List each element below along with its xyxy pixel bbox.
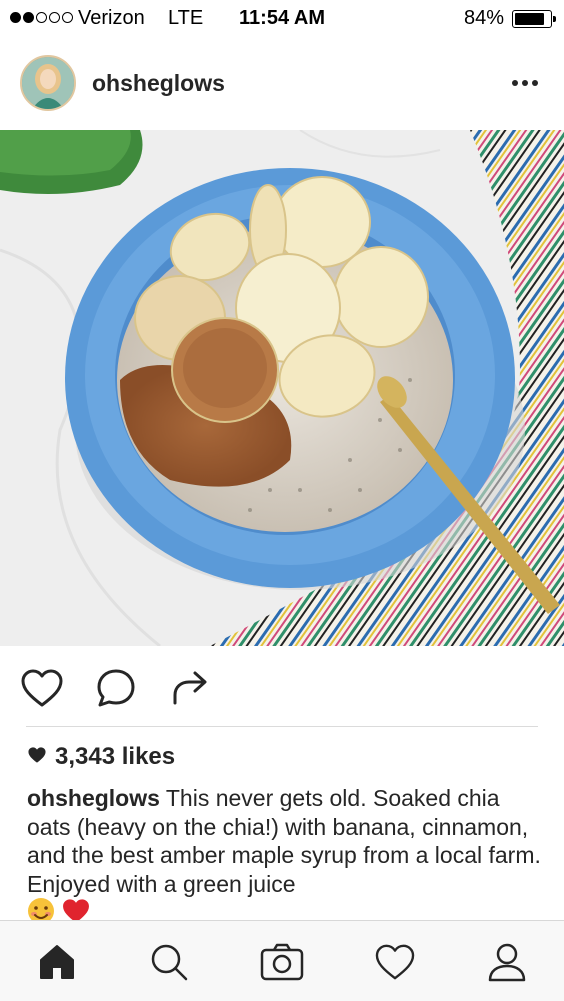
- likes-label: 3,343 likes: [55, 743, 176, 770]
- post-actions: [0, 660, 564, 716]
- bottom-tab-bar: [0, 920, 564, 1001]
- person-icon[interactable]: [482, 937, 532, 987]
- share-arrow-icon[interactable]: [166, 664, 214, 712]
- battery-percent: 84%: [463, 7, 504, 29]
- post-header: ohsheglows: [0, 40, 564, 130]
- post-username[interactable]: ohsheglows: [92, 70, 225, 97]
- actions-divider: [26, 726, 538, 727]
- home-icon[interactable]: [32, 937, 82, 987]
- comment-bubble-icon[interactable]: [92, 664, 140, 712]
- status-bar: Verizon LTE 11:54 AM 84%: [0, 0, 564, 40]
- post-caption: ohsheglows This never gets old. Soaked c…: [27, 784, 542, 898]
- battery-icon: [512, 10, 556, 28]
- caption-username[interactable]: ohsheglows: [27, 785, 160, 811]
- search-icon[interactable]: [144, 937, 194, 987]
- post-photo[interactable]: [0, 130, 564, 646]
- heart-icon[interactable]: [370, 937, 420, 987]
- heart-filled-icon: [27, 743, 47, 771]
- camera-icon[interactable]: [257, 937, 307, 987]
- likes-count[interactable]: 3,343 likes: [27, 742, 175, 772]
- more-horizontal-icon[interactable]: [510, 68, 540, 98]
- heart-outline-icon[interactable]: [18, 664, 66, 712]
- avatar[interactable]: [20, 55, 76, 111]
